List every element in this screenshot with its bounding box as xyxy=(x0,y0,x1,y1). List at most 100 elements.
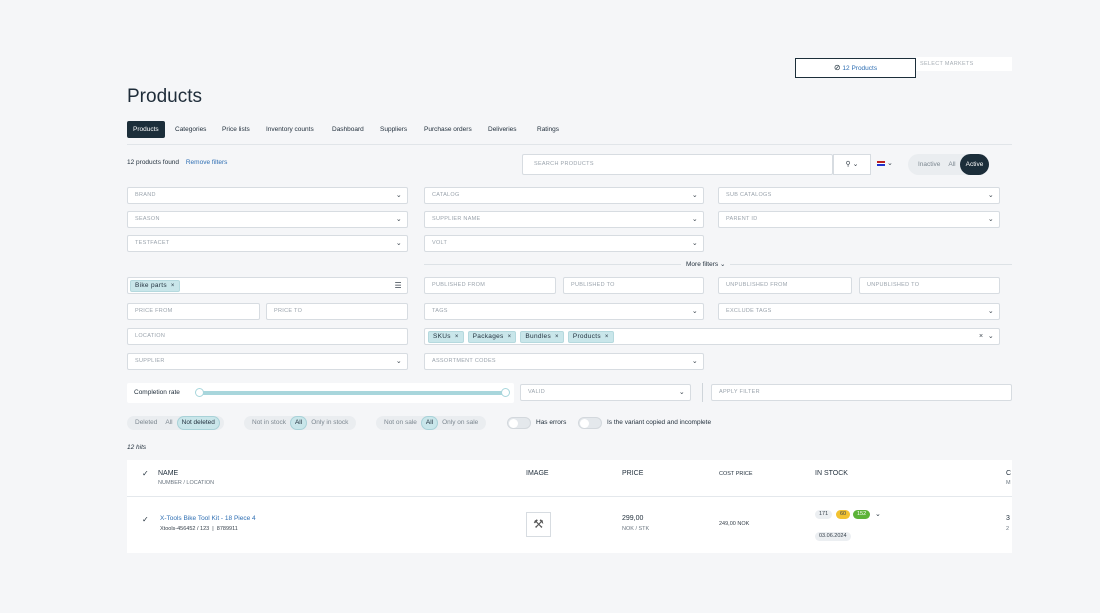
sale-all[interactable]: All xyxy=(420,416,439,430)
col-stock-header[interactable]: IN STOCK xyxy=(815,470,848,477)
type-filter[interactable]: SKUs × Packages × Bundles × Products × × ⌄ xyxy=(424,328,1000,345)
unpublished-to-input[interactable]: UNPUBLISHED TO xyxy=(859,277,1000,294)
stock-all[interactable]: All xyxy=(289,416,308,430)
tab-purchase-orders[interactable]: Purchase orders xyxy=(418,121,478,138)
sub-catalogs-select[interactable]: SUB CATALOGS ⌄ xyxy=(718,187,1000,204)
tab-suppliers[interactable]: Suppliers xyxy=(374,121,413,138)
product-count-button[interactable]: ⊘ 12 Products xyxy=(795,58,916,78)
remove-filters-link[interactable]: Remove filters xyxy=(186,159,228,166)
filter-chip[interactable]: Bike parts × xyxy=(130,280,180,292)
price-to-input[interactable]: PRICE TO xyxy=(266,303,408,320)
assortment-codes-select[interactable]: ASSORTMENT CODES ⌄ xyxy=(424,353,704,370)
status-inactive[interactable]: Inactive xyxy=(914,159,944,171)
tab-inventory-counts[interactable]: Inventory counts xyxy=(260,121,320,138)
col-price-header[interactable]: PRICE xyxy=(622,470,643,477)
cost-price-value: 249,00 NOK xyxy=(719,521,750,527)
apply-filter-input[interactable]: APPLY FILTER xyxy=(711,384,1012,401)
filter-chip[interactable]: Bundles × xyxy=(520,331,564,343)
close-icon[interactable]: × xyxy=(508,334,512,340)
search-input[interactable]: SEARCH PRODUCTS xyxy=(522,154,833,175)
close-icon[interactable]: × xyxy=(455,334,459,340)
tags-select[interactable]: TAGS ⌄ xyxy=(424,303,704,320)
hits-count: 12 hits xyxy=(127,444,147,451)
extra-sub-value: 2 xyxy=(1006,526,1010,532)
col-name-header[interactable]: NAME xyxy=(158,470,178,477)
tag-icon: ⊘ xyxy=(833,63,841,72)
supplier-name-select[interactable]: SUPPLIER NAME ⌄ xyxy=(424,211,704,228)
sale-toggle[interactable]: Not on sale All Only on sale xyxy=(376,416,487,430)
sale-only-on-sale[interactable]: Only on sale xyxy=(438,417,482,429)
price-from-input[interactable]: PRICE FROM xyxy=(127,303,260,320)
deleted-toggle[interactable]: Deleted All Not deleted xyxy=(127,416,224,430)
tab-ratings[interactable]: Ratings xyxy=(531,121,565,138)
completion-rate-slider[interactable]: Completion rate xyxy=(127,383,514,403)
vertical-divider xyxy=(702,383,703,402)
stock-toggle[interactable]: Not in stock All Only in stock xyxy=(244,416,357,430)
slider-track[interactable] xyxy=(199,391,506,395)
supplier-select[interactable]: SUPPLIER ⌄ xyxy=(127,353,408,370)
filter-chip[interactable]: Products × xyxy=(567,331,614,343)
status-toggle[interactable]: Inactive All Active xyxy=(908,154,990,175)
price-unit: NOK / STK xyxy=(622,526,650,532)
status-active[interactable]: Active xyxy=(959,154,990,175)
status-all[interactable]: All xyxy=(944,159,959,171)
table-row[interactable] xyxy=(127,497,1012,553)
price-value: 299,00 xyxy=(622,515,644,522)
catalog-select[interactable]: CATALOG ⌄ xyxy=(424,187,704,204)
chevron-down-icon: ⌄ xyxy=(395,358,402,365)
select-all-checkbox[interactable]: ✓ xyxy=(142,469,149,478)
chevron-down-icon[interactable]: ⌄ xyxy=(875,510,881,518)
more-filters-toggle[interactable]: More filters ⌄ xyxy=(681,260,731,268)
sale-not-on-sale[interactable]: Not on sale xyxy=(380,417,421,429)
page-title: Products xyxy=(127,86,202,107)
search-button[interactable]: ⚲ ⌄ xyxy=(833,154,871,175)
tab-price-lists[interactable]: Price lists xyxy=(216,121,256,138)
brand-select[interactable]: BRAND ⌄ xyxy=(127,187,408,204)
filter-chip[interactable]: SKUs × xyxy=(428,331,464,343)
product-name-link[interactable]: X-Tools Bike Tool Kit - 18 Piece 4 xyxy=(160,515,256,522)
chevron-down-icon: ⌄ xyxy=(886,160,893,167)
variant-copied-switch[interactable] xyxy=(578,417,602,429)
valid-select[interactable]: VALID ⌄ xyxy=(520,384,691,401)
tab-categories[interactable]: Categories xyxy=(169,121,212,138)
select-markets-input[interactable]: SELECT MARKETS xyxy=(916,57,1012,71)
testfacet-select[interactable]: TESTFACET ⌄ xyxy=(127,235,408,252)
volt-select[interactable]: VOLT ⌄ xyxy=(424,235,704,252)
published-from-input[interactable]: PUBLISHED FROM xyxy=(424,277,556,294)
slider-handle-max[interactable] xyxy=(501,388,510,397)
category-filter[interactable]: Bike parts × ☰ xyxy=(127,277,408,294)
filter-chip[interactable]: Packages × xyxy=(467,331,517,343)
divider xyxy=(127,144,1012,145)
product-thumbnail[interactable]: ⚒ xyxy=(526,512,551,537)
close-icon[interactable]: × xyxy=(171,283,175,289)
col-extra-header[interactable]: C xyxy=(1006,470,1011,477)
close-icon[interactable]: × xyxy=(605,334,609,340)
deleted-label: Deleted xyxy=(135,419,158,426)
has-errors-switch[interactable] xyxy=(507,417,531,429)
col-image-header[interactable]: IMAGE xyxy=(526,470,549,477)
results-summary: 12 products found Remove filters xyxy=(127,159,227,166)
list-icon[interactable]: ☰ xyxy=(395,278,402,293)
close-icon[interactable]: × xyxy=(555,334,559,340)
stock-only-in-stock[interactable]: Only in stock xyxy=(307,417,352,429)
slider-handle-min[interactable] xyxy=(195,388,204,397)
unpublished-from-input[interactable]: UNPUBLISHED FROM xyxy=(718,277,852,294)
chevron-down-icon: ⌄ xyxy=(987,192,994,199)
deleted-all[interactable]: All xyxy=(161,417,176,429)
tool-kit-icon: ⚒ xyxy=(533,517,544,531)
language-selector[interactable]: ⌄ xyxy=(877,159,893,167)
tab-products[interactable]: Products xyxy=(127,121,165,138)
tab-dashboard[interactable]: Dashboard xyxy=(326,121,370,138)
season-select[interactable]: SEASON ⌄ xyxy=(127,211,408,228)
stock-green-badge: 152 xyxy=(853,510,871,519)
deleted-not-deleted[interactable]: Not deleted xyxy=(176,416,220,430)
tab-deliveries[interactable]: Deliveries xyxy=(482,121,523,138)
published-to-input[interactable]: PUBLISHED TO xyxy=(563,277,704,294)
parent-id-select[interactable]: PARENT ID ⌄ xyxy=(718,211,1000,228)
col-cost-header[interactable]: COST PRICE xyxy=(719,471,753,477)
exclude-tags-select[interactable]: EXCLUDE TAGS ⌄ xyxy=(718,303,1000,320)
clear-chevron-icon[interactable]: × ⌄ xyxy=(979,329,994,344)
location-input[interactable]: LOCATION xyxy=(127,328,408,345)
stock-not-in-stock[interactable]: Not in stock xyxy=(248,417,290,429)
row-checkbox[interactable]: ✓ xyxy=(142,515,149,524)
